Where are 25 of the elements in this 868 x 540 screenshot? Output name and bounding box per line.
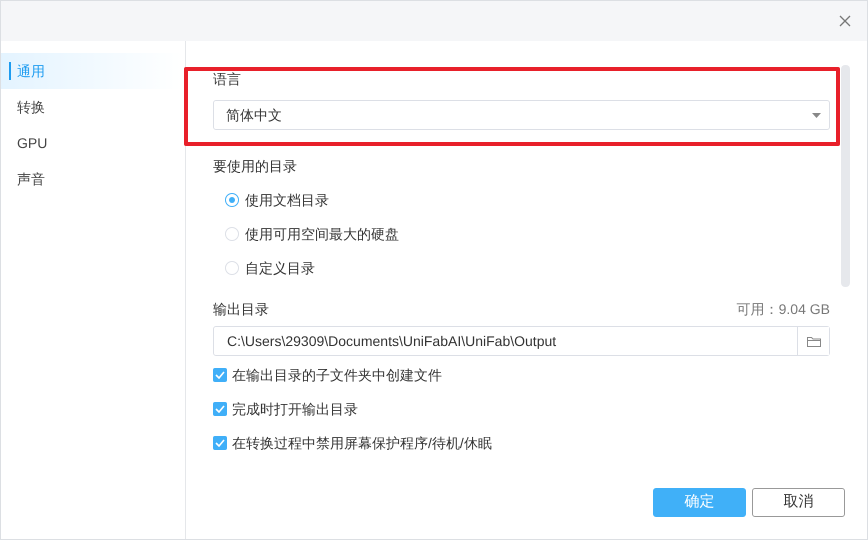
caret-icon [812, 112, 821, 118]
free-space-text: 可用：9.04 GB [736, 300, 830, 319]
radio-label[interactable]: 使用可用空间最大的硬盘 [245, 224, 399, 244]
radio-label[interactable]: 自定义目录 [245, 258, 315, 278]
language-dropdown[interactable]: 简体中文 [213, 100, 830, 130]
radio-button[interactable] [225, 193, 239, 207]
language-label: 语言 [213, 70, 242, 89]
radio-label[interactable]: 使用文档目录 [245, 190, 329, 210]
cancel-button[interactable]: 取消 [752, 488, 845, 517]
directory-label: 要使用的目录 [213, 157, 298, 176]
sidebar-item[interactable]: GPU [1, 125, 185, 161]
checkbox-label[interactable]: 在转换过程中禁用屏幕保护程序/待机/休眠 [232, 432, 492, 454]
checkbox[interactable] [213, 436, 227, 450]
checkbox[interactable] [213, 402, 227, 416]
sidebar-item[interactable]: 转换 [1, 89, 185, 125]
output-path-field[interactable]: C:\Users\29309\Documents\UniFabAI\UniFab\Output [213, 326, 830, 356]
scrollbar[interactable] [841, 65, 850, 287]
output-label: 输出目录 [213, 300, 269, 319]
checkbox-label[interactable]: 在输出目录的子文件夹中创建文件 [232, 364, 442, 386]
browse-button[interactable] [797, 327, 829, 355]
checkbox-label[interactable]: 完成时打开输出目录 [232, 398, 358, 420]
checkbox[interactable] [213, 368, 227, 382]
close-icon [839, 15, 851, 27]
folder-icon [806, 336, 820, 346]
sidebar-item[interactable]: 声音 [1, 161, 185, 197]
